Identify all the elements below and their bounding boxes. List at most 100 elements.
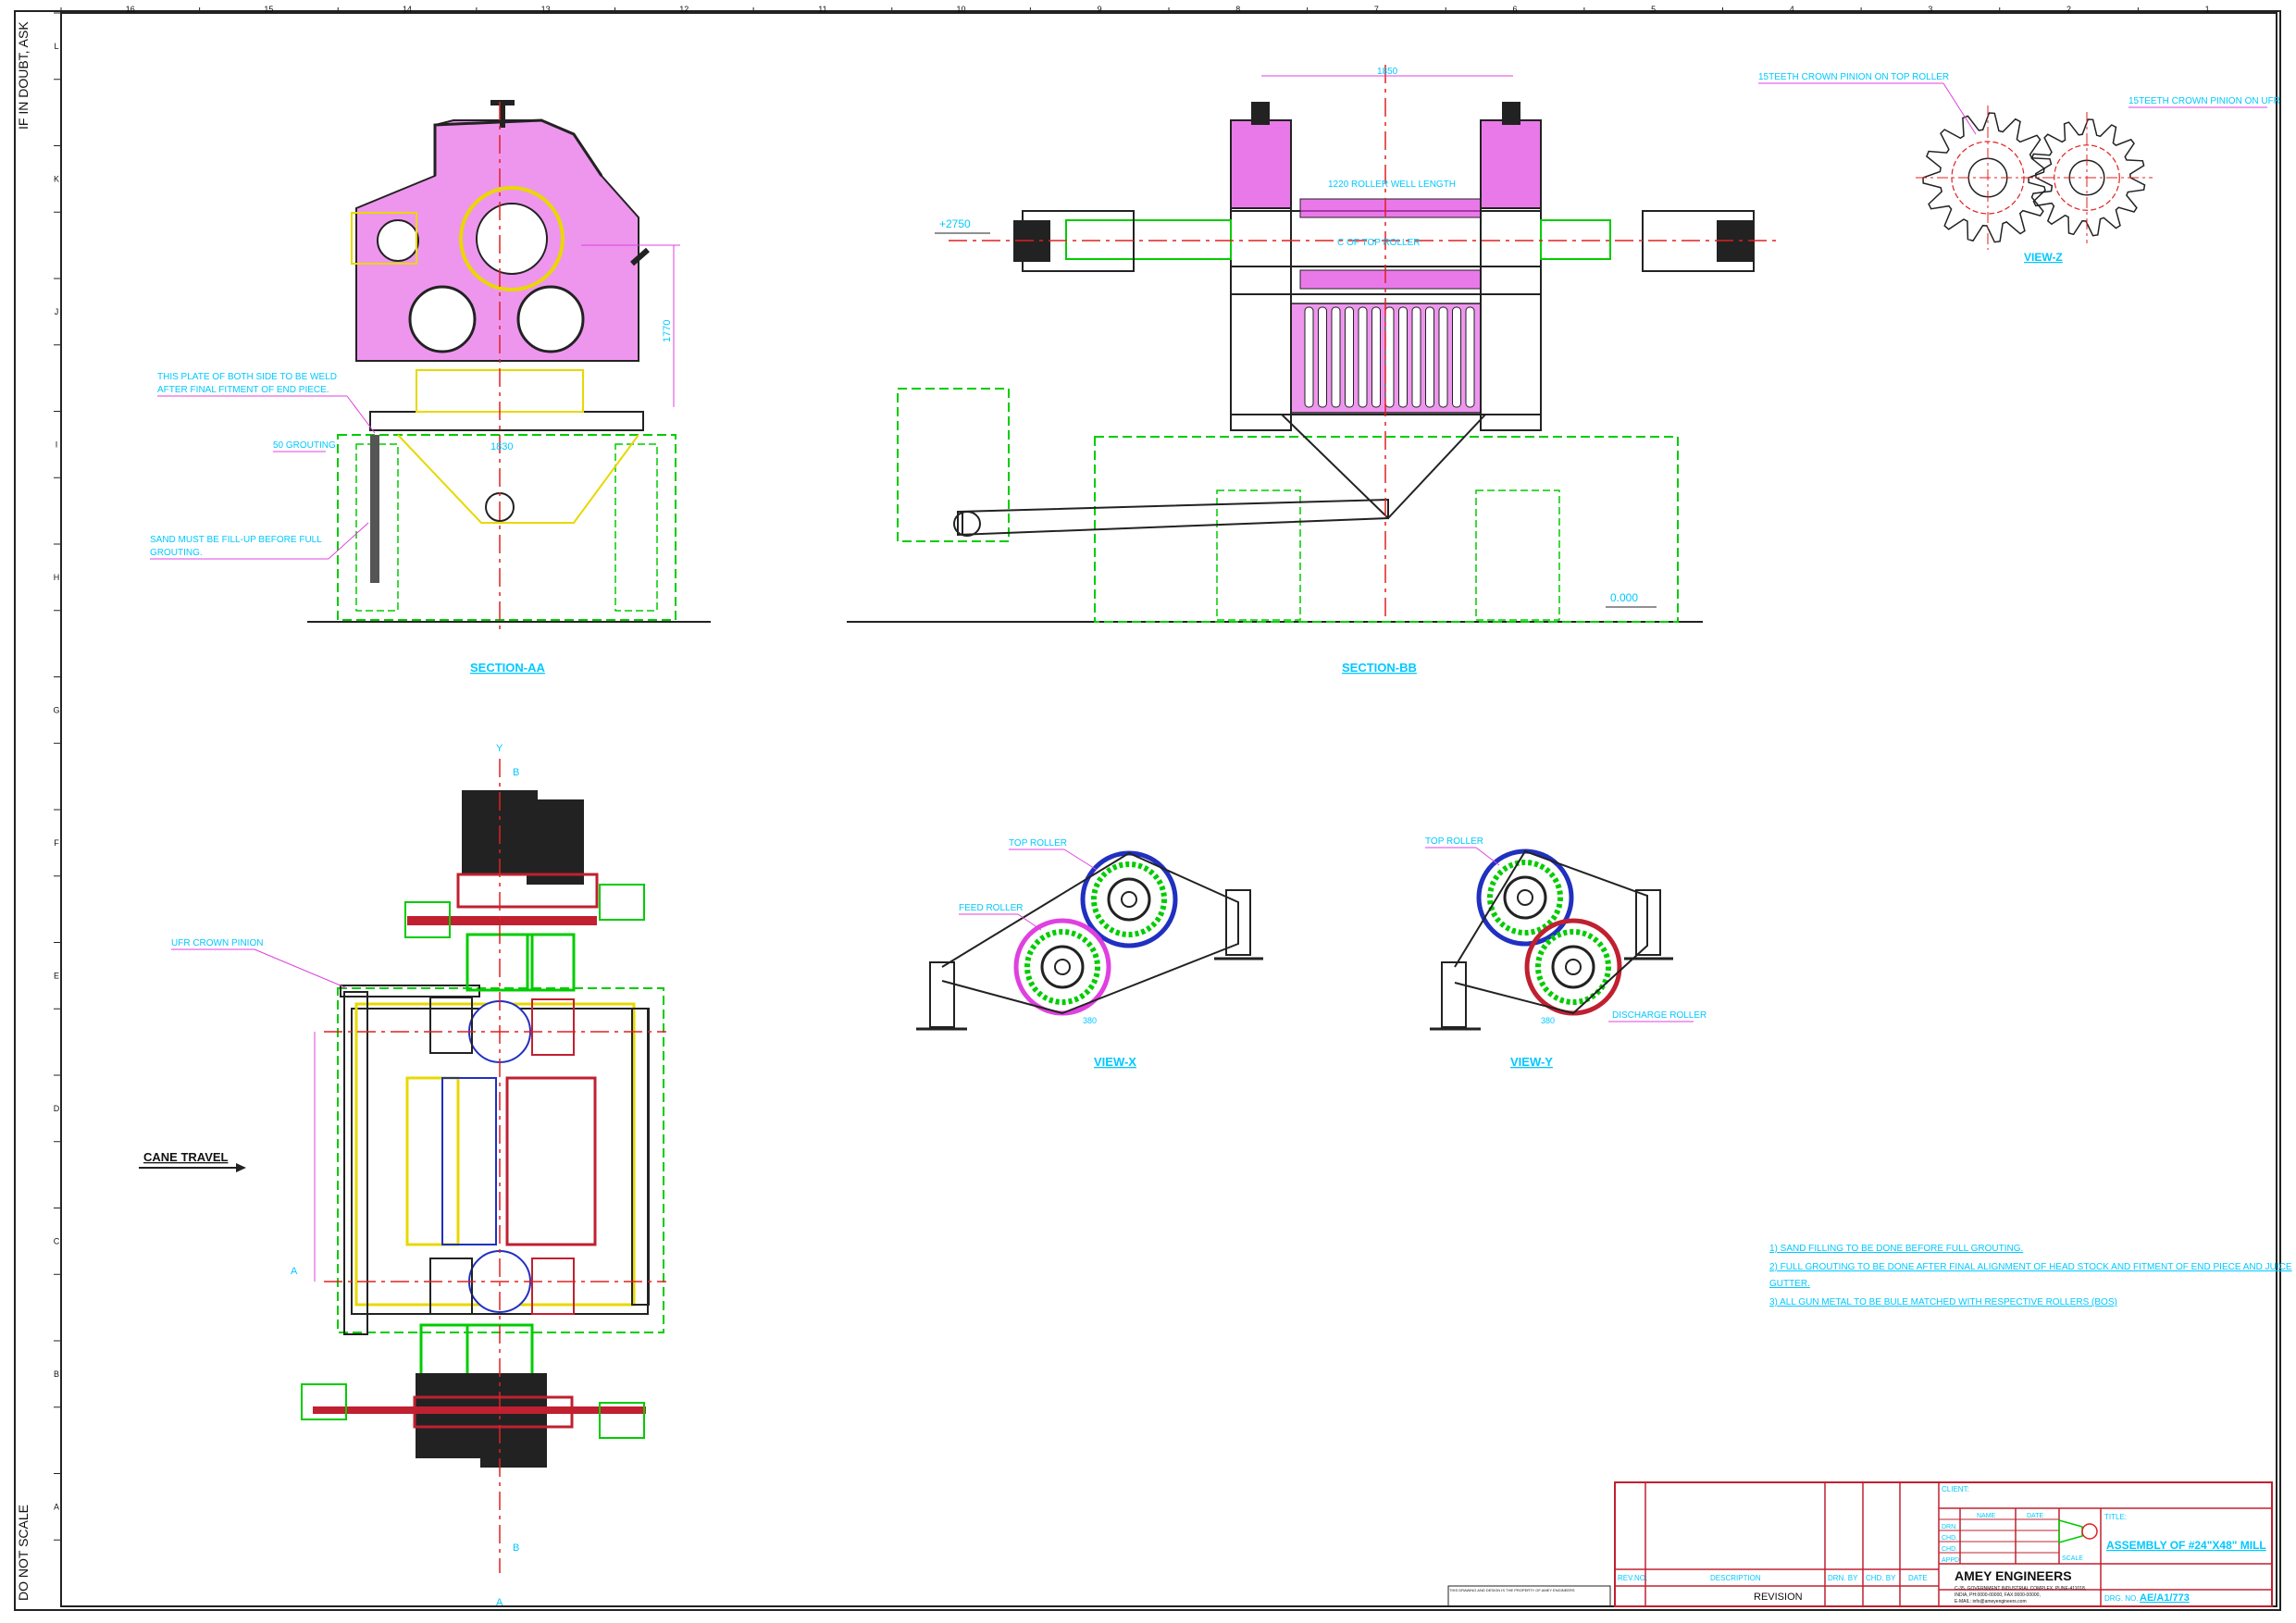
column-label: 12 — [679, 5, 689, 14]
row-label: E — [54, 971, 59, 980]
plan-marker-b-top: B — [513, 767, 519, 778]
plan-marker-b-bottom: B — [513, 1542, 519, 1554]
plan-marker-a-bottom: A — [496, 1597, 503, 1608]
column-label: 15 — [264, 5, 273, 14]
level-zero-label: 0.000 — [1610, 591, 1638, 604]
section-aa-width-dimension: 1830 — [490, 441, 513, 452]
row-label: J — [55, 307, 59, 316]
ufr-crown-pinion — [2021, 112, 2153, 243]
rev-header-no: REV.NO. — [1618, 1574, 1647, 1582]
row-label: C — [54, 1236, 60, 1245]
column-label: 7 — [1374, 5, 1379, 14]
level-top-label: +2750 — [939, 217, 971, 230]
view-x-feed-roller-label: FEED ROLLER — [959, 903, 1023, 913]
section-bb-view: 1850 1220 ROLLER WELL LENGTH C OF TOP RO… — [847, 65, 1777, 675]
column-label: 4 — [1790, 5, 1794, 14]
role-checked-1: CHD. — [1942, 1535, 1957, 1542]
plan-view: UFR CROWN PINION CANE TRAVEL Y B B A A — [139, 743, 666, 1608]
view-z-title: VIEW-Z — [2024, 251, 2063, 264]
role-checked-2: CHD. — [1942, 1546, 1957, 1553]
role-approved: APPD. — [1942, 1557, 1961, 1564]
row-label: F — [54, 838, 59, 848]
row-label: K — [54, 174, 59, 183]
row-label: H — [54, 573, 60, 582]
view-x-roller-arrangement: TOP ROLLER FEED ROLLER 380 VIEW-X — [916, 838, 1263, 1069]
view-x-top-roller-label: TOP ROLLER — [1009, 838, 1067, 849]
note-2: 2) FULL GROUTING TO BE DONE AFTER FINAL … — [1769, 1262, 2292, 1272]
row-label: A — [54, 1502, 59, 1511]
note-sand-line2: GROUTING. — [150, 548, 203, 558]
row-label: D — [54, 1104, 60, 1113]
rev-header-drawn: DRN. BY — [1828, 1574, 1858, 1582]
revision-label: REVISION — [1754, 1592, 1803, 1603]
section-bb-top-dimension: 1850 — [1377, 67, 1398, 77]
drawing-number: AE/A1/773 — [2140, 1592, 2190, 1604]
column-label: 10 — [957, 5, 966, 14]
top-roller-centerline-label: C OF TOP ROLLER — [1337, 238, 1420, 248]
column-label: 14 — [403, 5, 412, 14]
column-label: 5 — [1651, 5, 1656, 14]
row-label: L — [54, 42, 58, 51]
date-header: DATE — [2027, 1513, 2043, 1519]
row-zone-labels: L K J I H G F E D C B A — [53, 12, 61, 1541]
title-label: TITLE: — [2104, 1513, 2127, 1521]
general-notes: 1) SAND FILLING TO BE DONE BEFORE FULL G… — [1769, 1244, 2292, 1307]
note-ufr-pinion: 15TEETH CROWN PINION ON UFR — [2128, 96, 2280, 106]
view-y-top-roller-label: TOP ROLLER — [1425, 836, 1483, 847]
column-label: 8 — [1235, 5, 1240, 14]
row-label: B — [54, 1369, 59, 1379]
note-grouting: 50 GROUTING — [273, 440, 336, 451]
column-label: 1 — [2205, 5, 2210, 14]
rev-header-description: DESCRIPTION — [1710, 1574, 1761, 1582]
column-label: 13 — [541, 5, 551, 14]
note-1: 1) SAND FILLING TO BE DONE BEFORE FULL G… — [1769, 1244, 2023, 1254]
row-label: I — [56, 440, 58, 449]
column-label: 2 — [2066, 5, 2071, 14]
column-label: 6 — [1513, 5, 1518, 14]
ownership-note-1: THIS DRAWING AND DESIGN IS THE PROPERTY … — [1449, 1588, 1575, 1592]
section-aa-title: SECTION-AA — [470, 661, 546, 675]
column-label: 11 — [818, 5, 826, 14]
company-name: AMEY ENGINEERS — [1955, 1568, 2072, 1583]
rev-header-date: DATE — [1908, 1574, 1928, 1582]
column-label: 9 — [1098, 5, 1102, 14]
engineering-drawing-sheet: 16 15 14 13 12 11 10 9 8 7 6 5 4 3 2 1 L K J I H G F E D C B A IF … — [14, 5, 2292, 1611]
note-3: 3) ALL GUN METAL TO BE BULE MATCHED WITH… — [1769, 1297, 2117, 1307]
view-y-discharge-roller-label: DISCHARGE ROLLER — [1612, 1010, 1706, 1021]
note-plate-line2: AFTER FINAL FITMENT OF END PIECE. — [157, 385, 329, 395]
note-top-pinion: 15TEETH CROWN PINION ON TOP ROLLER — [1758, 72, 1949, 82]
column-label: 16 — [126, 5, 135, 14]
cane-travel-label: CANE TRAVEL — [143, 1150, 229, 1164]
company-address-2: INDIA, PH:0000-00000, FAX:0000-00000, — [1955, 1592, 2041, 1598]
company-address-3: E-MAIL: info@ameyengineers.com — [1955, 1599, 2027, 1604]
side-note-ask: IF IN DOUBT, ASK — [16, 21, 31, 130]
view-z-pinions: 15TEETH CROWN PINION ON TOP ROLLER 15TEE… — [1758, 72, 2280, 264]
drawing-title: ASSEMBLY OF #24"X48" MILL — [2106, 1539, 2266, 1552]
view-y-dimension: 380 — [1541, 1016, 1555, 1025]
view-x-title: VIEW-X — [1094, 1055, 1136, 1069]
client-label: CLIENT: — [1942, 1485, 1969, 1493]
note-2-continued: GUTTER. — [1769, 1279, 1810, 1289]
drawing-number-label: DRG. NO. — [2104, 1594, 2138, 1603]
section-aa-height-dimension: 1770 — [662, 320, 673, 342]
section-bb-title: SECTION-BB — [1342, 661, 1417, 675]
section-aa-view: 1770 1830 THIS PLATE OF BOTH SIDE TO BE … — [150, 100, 711, 675]
title-block: REV.NO. DESCRIPTION DRN. BY CHD. BY DATE… — [1447, 1481, 2273, 1607]
view-y-title: VIEW-Y — [1510, 1055, 1553, 1069]
rev-header-checked: CHD. BY — [1866, 1574, 1896, 1582]
scale-label: SCALE — [2062, 1555, 2083, 1562]
role-drawn: DRN. — [1942, 1524, 1957, 1530]
note-plate-line1: THIS PLATE OF BOTH SIDE TO BE WELD — [157, 372, 337, 382]
side-note-scale: DO NOT SCALE — [16, 1505, 31, 1601]
ufr-crown-pinion-label: UFR CROWN PINION — [171, 938, 263, 948]
note-sand-line1: SAND MUST BE FILL-UP BEFORE FULL — [150, 535, 322, 545]
sheet-outer-border — [14, 10, 2281, 1611]
name-header: NAME — [1977, 1513, 1996, 1519]
column-label: 3 — [1928, 5, 1932, 14]
company-address-1: C-35, GOVERNMENT INDUSTRIAL COMPLEX, PUN… — [1955, 1586, 2086, 1592]
view-y-roller-arrangement: TOP ROLLER DISCHARGE ROLLER 380 VIEW-Y — [1425, 836, 1706, 1069]
plan-marker-y: Y — [496, 743, 503, 754]
roller-length-label: 1220 ROLLER WELL LENGTH — [1328, 180, 1456, 190]
plan-marker-a-left: A — [291, 1266, 298, 1277]
row-label: G — [53, 705, 59, 714]
